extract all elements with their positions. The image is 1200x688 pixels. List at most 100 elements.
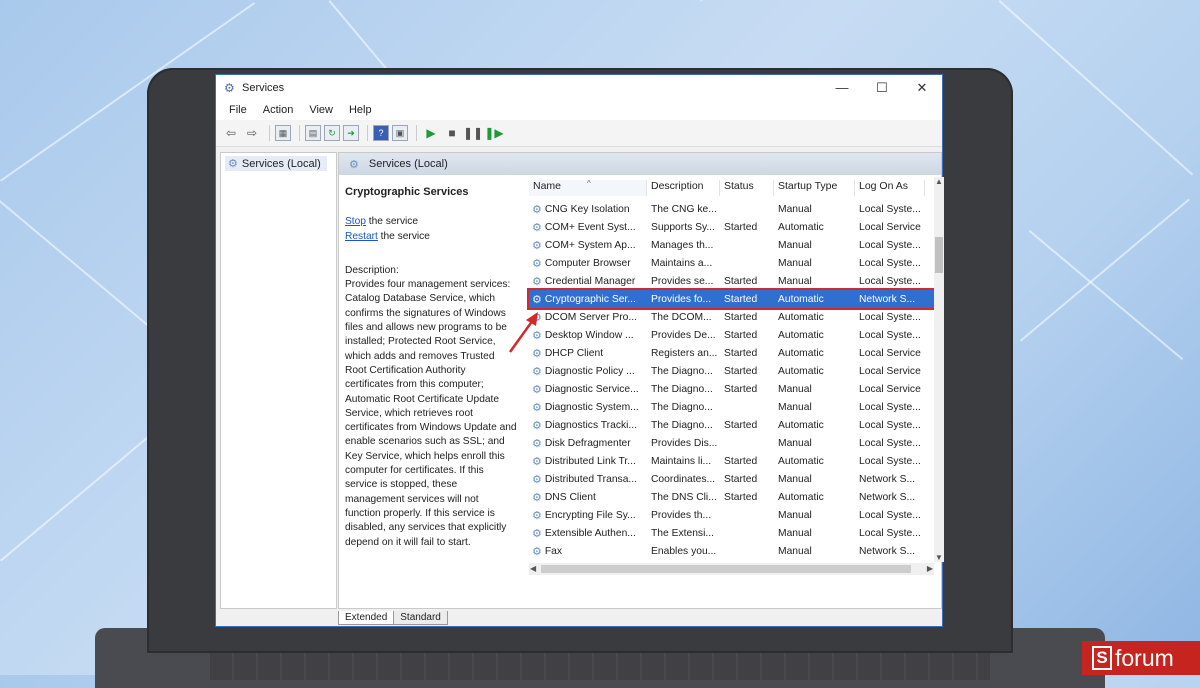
service-gear-icon: ⚙ [532,239,542,252]
column-header-status[interactable]: Status [720,180,774,196]
tree-node-services-local[interactable]: ⚙ Services (Local) [225,156,327,171]
service-gear-icon: ⚙ [532,473,542,486]
vertical-scrollbar[interactable]: ▲ ▼ [934,177,944,562]
service-gear-icon: ⚙ [532,365,542,378]
cell-description: The CNG ke... [651,203,717,215]
table-row[interactable]: ⚙ Fax Enables you... Manual Network S... [529,542,934,560]
cell-name: ⚙ Credential Manager [532,275,636,288]
cell-description: Provides fo... [651,293,712,305]
start-service-icon[interactable]: ▶ [422,124,440,142]
close-button[interactable]: ✕ [902,80,942,96]
pause-service-icon[interactable]: ❚❚ [463,124,483,142]
sforum-logo: S forum [1082,641,1200,675]
selected-service-title: Cryptographic Services [345,186,469,198]
maximize-button[interactable]: ☐ [862,80,902,96]
forward-arrow-icon[interactable]: ⇨ [243,124,261,142]
cell-status: Started [724,455,758,467]
service-gear-icon: ⚙ [532,221,542,234]
table-row-selected[interactable]: ⚙ Cryptographic Ser... Provides fo... Start… [527,288,936,310]
table-row[interactable]: ⚙ Credential Manager Provides se... Started… [529,272,934,290]
minimize-button[interactable]: — [822,80,862,96]
cell-log-on-as: Local Syste... [859,239,921,251]
cell-name: ⚙ DNS Client [532,491,596,504]
cell-description: The Extensi... [651,527,714,539]
scroll-up-icon[interactable]: ▲ [935,177,943,186]
cell-name: ⚙ DCOM Server Pro... [532,311,637,324]
service-gear-icon: ⚙ [532,527,542,540]
cell-startup-type: Automatic [778,329,824,341]
menu-help[interactable]: Help [349,104,372,116]
cell-startup-type: Automatic [778,311,824,323]
table-row[interactable]: ⚙ DCOM Server Pro... The DCOM... Started Aut… [529,308,934,326]
show-console-tree-icon[interactable]: ▦ [275,125,291,141]
menu-view[interactable]: View [309,104,333,116]
cell-log-on-as: Local Syste... [859,509,921,521]
table-row[interactable]: ⚙ Computer Browser Maintains a... Manual Loc… [529,254,934,272]
table-row[interactable]: ⚙ COM+ Event Syst... Supports Sy... Started… [529,218,934,236]
table-row[interactable]: ⚙ Distributed Transa... Coordinates... Star… [529,470,934,488]
logo-letter: S [1092,646,1112,670]
table-row[interactable]: ⚙ DHCP Client Registers an... Started Automa… [529,344,934,362]
horizontal-scrollbar[interactable]: ◀ ▶ [529,563,934,575]
horizontal-scroll-thumb[interactable] [541,565,911,573]
service-gear-icon: ⚙ [532,383,542,396]
restart-link[interactable]: Restart [345,231,378,242]
action-pane-icon[interactable]: ▣ [392,125,408,141]
help-icon[interactable]: ? [373,125,389,141]
table-row[interactable]: ⚙ Diagnostics Tracki... The Diagno... Start… [529,416,934,434]
tab-extended[interactable]: Extended [338,611,395,625]
scroll-right-icon[interactable]: ▶ [927,564,933,573]
column-header-description[interactable]: Description [647,180,720,196]
cell-status: Started [724,275,758,287]
menu-action[interactable]: Action [263,104,294,116]
cell-description: The DCOM... [651,311,712,323]
scroll-left-icon[interactable]: ◀ [530,564,536,573]
table-row[interactable]: ⚙ Diagnostic Service... The Diagno... Start… [529,380,934,398]
table-row[interactable]: ⚙ COM+ System Ap... Manages th... Manual Loc… [529,236,934,254]
description-label: Description: [345,264,399,276]
vertical-scroll-thumb[interactable] [935,237,943,273]
service-gear-icon: ⚙ [532,347,542,360]
cell-startup-type: Manual [778,239,812,251]
cell-log-on-as: Local Service [859,365,921,377]
services-app-icon: ⚙ [224,80,235,95]
refresh-icon[interactable]: ↻ [324,125,340,141]
cell-name: ⚙ Diagnostic Policy ... [532,365,635,378]
cell-status: Started [724,221,758,233]
cell-name: ⚙ Cryptographic Ser... [532,293,636,306]
tab-standard[interactable]: Standard [393,611,448,625]
table-row[interactable]: ⚙ Desktop Window ... Provides De... Started… [529,326,934,344]
restart-service-icon[interactable]: ❚▶ [484,124,503,142]
table-row[interactable]: ⚙ Extensible Authen... The Extensi... Manua… [529,524,934,542]
service-gear-icon: ⚙ [532,203,542,216]
service-gear-icon: ⚙ [532,545,542,558]
table-row[interactable]: ⚙ Distributed Link Tr... Maintains li... St… [529,452,934,470]
export-list-icon[interactable]: ➜ [343,125,359,141]
table-row[interactable]: ⚙ CNG Key Isolation The CNG ke... Manual Loc… [529,200,934,218]
service-gear-icon: ⚙ [532,491,542,504]
service-gear-icon: ⚙ [532,311,542,324]
menu-file[interactable]: File [229,104,247,116]
column-header-startup-type[interactable]: Startup Type [774,180,855,196]
scroll-down-icon[interactable]: ▼ [935,553,943,562]
cell-description: The Diagno... [651,401,713,413]
stop-service-icon[interactable]: ■ [443,124,461,142]
back-arrow-icon[interactable]: ⇦ [222,124,240,142]
cell-status: Started [724,311,758,323]
cell-description: Manages th... [651,239,714,251]
table-row[interactable]: ⚙ Encrypting File Sy... Provides th... Manu… [529,506,934,524]
table-row[interactable]: ⚙ Disk Defragmenter Provides Dis... Manual L… [529,434,934,452]
cell-description: Provides th... [651,509,712,521]
properties-icon[interactable]: ▤ [305,125,321,141]
cell-name: ⚙ Distributed Link Tr... [532,455,636,468]
column-header-log-on-as[interactable]: Log On As [855,180,925,196]
cell-startup-type: Automatic [778,365,824,377]
cell-startup-type: Manual [778,473,812,485]
table-row[interactable]: ⚙ DNS Client The DNS Cli... Started Automati… [529,488,934,506]
table-row[interactable]: ⚙ Diagnostic System... The Diagno... Manual… [529,398,934,416]
table-row[interactable]: ⚙ Diagnostic Policy ... The Diagno... Start… [529,362,934,380]
stop-link[interactable]: Stop [345,216,366,227]
gear-icon: ⚙ [228,158,238,170]
cell-description: Provides De... [651,329,716,341]
cell-name: ⚙ DHCP Client [532,347,604,360]
